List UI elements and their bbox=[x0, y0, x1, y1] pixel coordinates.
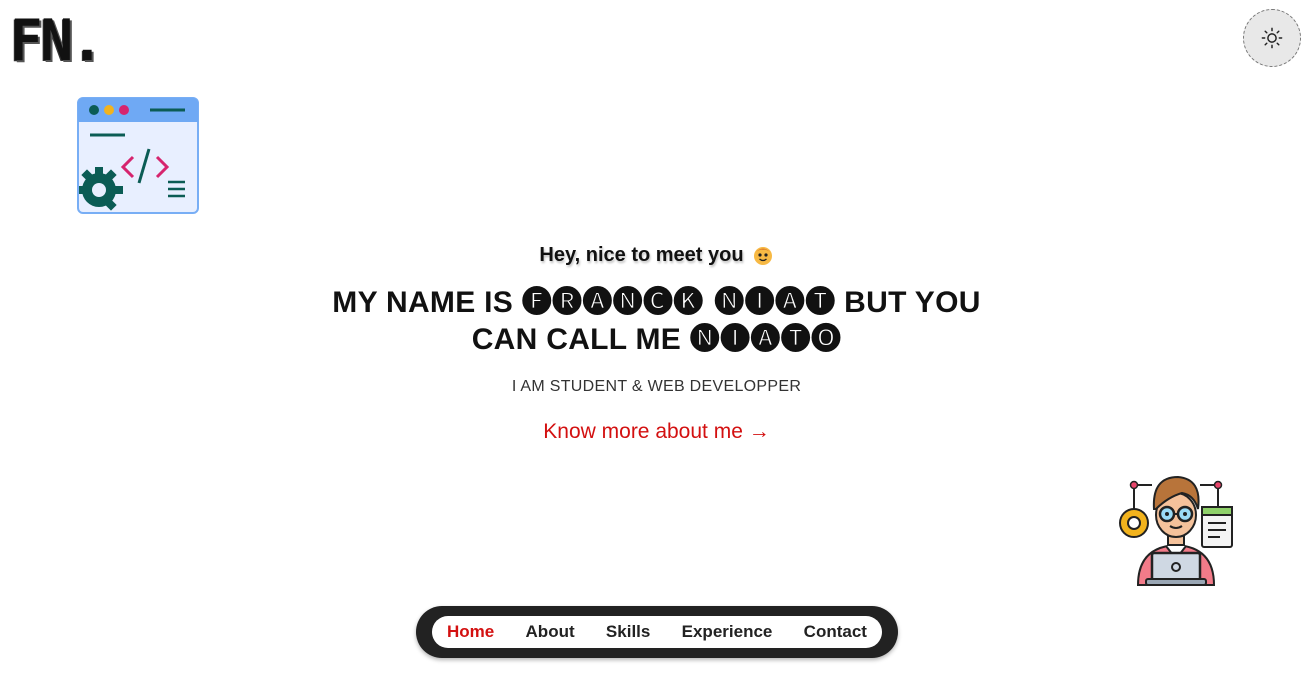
know-more-link[interactable]: Know more about me → bbox=[543, 420, 769, 444]
nav-item-home[interactable]: Home bbox=[447, 622, 494, 642]
hero-section: Hey, nice to meet you MY NAME IS 🅕🅡🅐🅝🅒🅚 … bbox=[0, 240, 1313, 444]
page-headline: MY NAME IS 🅕🅡🅐🅝🅒🅚 🅝🅘🅐🅣 BUT YOU CAN CALL … bbox=[307, 284, 1007, 358]
greeting-text: Hey, nice to meet you bbox=[539, 243, 744, 266]
smiling-face-emoji-icon bbox=[753, 247, 772, 265]
sun-icon bbox=[1261, 27, 1283, 49]
nav-pill: Home About Skills Experience Contact bbox=[432, 616, 882, 648]
nav-item-experience[interactable]: Experience bbox=[682, 622, 773, 642]
developer-illustration bbox=[1119, 475, 1233, 586]
code-window-illustration bbox=[77, 97, 199, 214]
greeting: Hey, nice to meet you bbox=[539, 240, 773, 270]
headline-nickname: 🅝🅘🅐🅣🅞 bbox=[689, 322, 842, 357]
bottom-navigation: Home About Skills Experience Contact bbox=[416, 606, 898, 658]
headline-full-name: 🅕🅡🅐🅝🅒🅚 🅝🅘🅐🅣 bbox=[521, 285, 836, 320]
hero-subtitle: I AM STUDENT & WEB DEVELOPPER bbox=[511, 378, 802, 395]
nav-item-about[interactable]: About bbox=[526, 622, 575, 642]
nav-item-contact[interactable]: Contact bbox=[804, 622, 867, 642]
site-logo[interactable]: FN. bbox=[10, 12, 104, 69]
theme-toggle-button[interactable] bbox=[1243, 9, 1301, 67]
nav-item-skills[interactable]: Skills bbox=[606, 622, 650, 642]
headline-prefix: MY NAME IS bbox=[332, 286, 514, 319]
